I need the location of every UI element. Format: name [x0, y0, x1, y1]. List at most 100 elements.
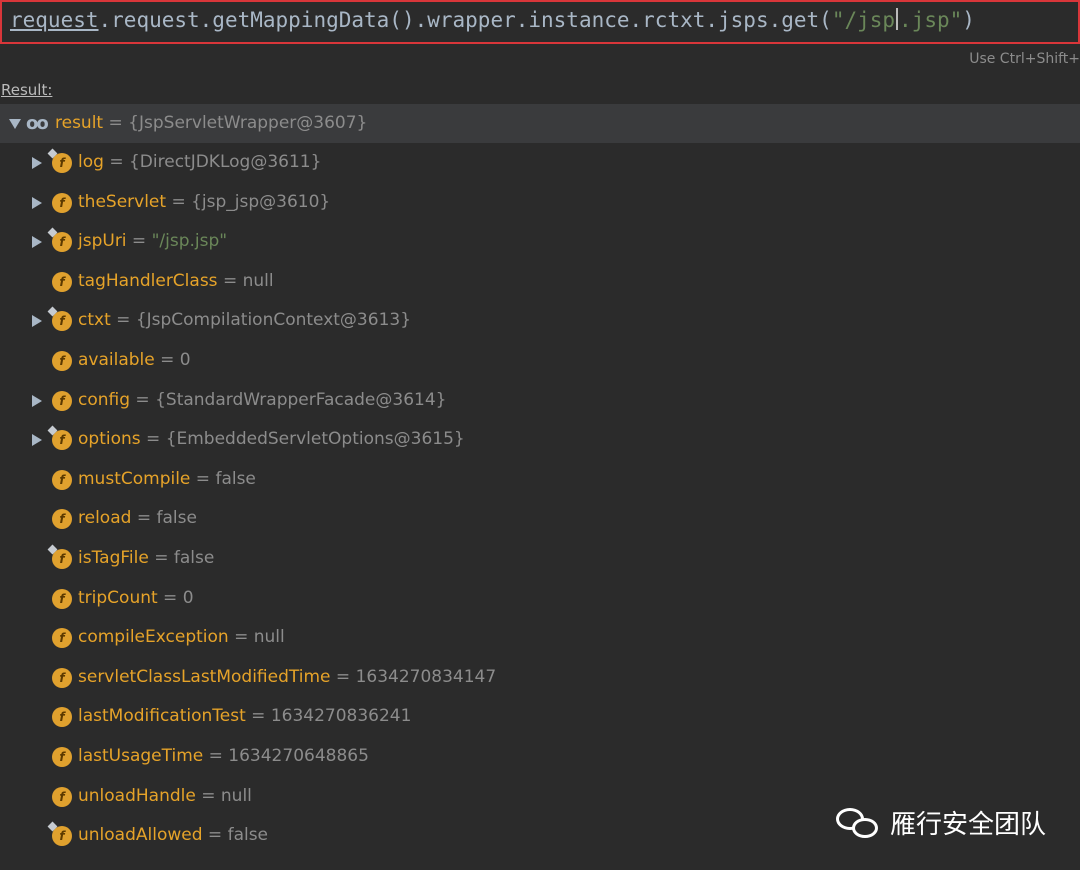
- tree-field-row[interactable]: f mustCompile = false: [0, 460, 1080, 500]
- tree-field-row[interactable]: f servletClassLastModifiedTime = 16342708…: [0, 658, 1080, 698]
- tree-field-row[interactable]: f lastUsageTime = 1634270648865: [0, 737, 1080, 777]
- field-icon: f: [52, 509, 72, 530]
- field-value: 0: [179, 349, 191, 370]
- field-value: {JspCompilationContext@3613}: [135, 310, 412, 331]
- field-label: reload = false: [78, 499, 197, 539]
- root-name: result: [55, 113, 104, 133]
- expression-body: .request.getMappingData().wrapper.instan…: [98, 8, 832, 32]
- field-name: options: [78, 429, 141, 450]
- tree-field-row[interactable]: f available = 0: [0, 341, 1080, 381]
- field-value: {jsp_jsp@3610}: [191, 191, 331, 212]
- field-value: null: [253, 627, 285, 648]
- field-icon: f: [52, 548, 72, 569]
- field-name: tripCount: [78, 587, 158, 608]
- expression-input[interactable]: request.request.getMappingData().wrapper…: [0, 0, 1080, 44]
- root-node-label: result = {JspServletWrapper@3607}: [55, 104, 367, 143]
- tree-field-row[interactable]: f lastModificationTest = 1634270836241: [0, 697, 1080, 737]
- field-equals: =: [154, 349, 180, 370]
- field-label: options = {EmbeddedServletOptions@3615}: [78, 420, 465, 460]
- field-equals: =: [110, 310, 136, 331]
- field-name: jspUri: [78, 231, 127, 252]
- field-label: lastModificationTest = 1634270836241: [78, 697, 411, 737]
- field-value: {StandardWrapperFacade@3614}: [155, 389, 447, 410]
- field-label: unloadAllowed = false: [78, 816, 268, 856]
- expand-right-icon[interactable]: [32, 157, 42, 169]
- field-equals: =: [245, 706, 271, 727]
- field-label: lastUsageTime = 1634270648865: [78, 737, 369, 777]
- field-value: {EmbeddedServletOptions@3615}: [165, 429, 465, 450]
- field-name: unloadAllowed: [78, 825, 203, 846]
- text-caret: [896, 8, 899, 30]
- field-value: 0: [182, 587, 194, 608]
- tree-field-row[interactable]: f reload = false: [0, 499, 1080, 539]
- field-label: compileException = null: [78, 618, 285, 658]
- field-name: reload: [78, 508, 132, 529]
- field-icon: f: [52, 390, 72, 411]
- field-label: theServlet = {jsp_jsp@3610}: [78, 183, 330, 223]
- expand-right-icon[interactable]: [32, 394, 42, 407]
- field-equals: =: [330, 666, 356, 687]
- field-value: 1634270836241: [270, 706, 412, 727]
- field-equals: =: [130, 389, 156, 410]
- field-value: {DirectJDKLog@3611}: [128, 152, 322, 172]
- field-name: tagHandlerClass: [78, 270, 218, 291]
- field-value: "/jsp.jsp": [151, 231, 228, 252]
- tree-field-row[interactable]: f compileException = null: [0, 618, 1080, 658]
- field-icon: f: [52, 153, 72, 173]
- field-equals: =: [203, 745, 229, 766]
- shortcut-hint: Use Ctrl+Shift+: [969, 51, 1080, 67]
- expand-right-icon[interactable]: [32, 434, 42, 447]
- field-name: isTagFile: [78, 547, 149, 568]
- field-equals: =: [190, 468, 216, 489]
- expand-down-icon[interactable]: [9, 119, 21, 129]
- field-label: log = {DirectJDKLog@3611}: [78, 143, 321, 183]
- field-name: log: [78, 152, 104, 172]
- expand-right-icon[interactable]: [32, 236, 42, 249]
- tree-field-row[interactable]: f jspUri = "/jsp.jsp": [0, 222, 1080, 262]
- tree-field-row[interactable]: f theServlet = {jsp_jsp@3610}: [0, 183, 1080, 223]
- field-icon: f: [52, 667, 72, 688]
- field-label: available = 0: [78, 341, 191, 381]
- result-tree: oo result = {JspServletWrapper@3607} f lo…: [0, 104, 1080, 856]
- field-name: lastUsageTime: [78, 745, 204, 766]
- field-name: ctxt: [78, 310, 111, 331]
- field-label: tagHandlerClass = null: [78, 262, 274, 302]
- field-icon: f: [52, 826, 72, 847]
- field-icon: f: [52, 628, 72, 649]
- watermark-text: 雁行安全团队: [890, 809, 1047, 840]
- tree-field-row[interactable]: f log = {DirectJDKLog@3611}: [0, 143, 1080, 183]
- field-equals: =: [228, 627, 254, 648]
- field-label: jspUri = "/jsp.jsp": [78, 222, 227, 262]
- tree-field-row[interactable]: f tripCount = 0: [0, 579, 1080, 619]
- field-name: mustCompile: [78, 468, 191, 489]
- field-value: 1634270834147: [355, 666, 497, 687]
- root-equals: =: [103, 113, 129, 133]
- field-value: false: [156, 508, 197, 529]
- field-icon: f: [52, 786, 72, 807]
- field-equals: =: [166, 191, 192, 212]
- field-icon: f: [52, 746, 72, 767]
- field-value: false: [215, 468, 256, 489]
- expand-right-icon[interactable]: [32, 315, 42, 328]
- field-icon: f: [52, 271, 72, 292]
- field-equals: =: [202, 825, 228, 846]
- watch-glasses-icon: oo: [26, 113, 49, 134]
- tree-field-row[interactable]: f options = {EmbeddedServletOptions@3615}: [0, 420, 1080, 460]
- field-name: theServlet: [78, 191, 167, 212]
- field-icon: f: [52, 232, 72, 253]
- field-label: tripCount = 0: [78, 579, 194, 619]
- watermark: 雁行安全团队: [836, 802, 1046, 842]
- field-value: false: [173, 547, 215, 568]
- field-value: null: [242, 270, 274, 291]
- field-equals: =: [140, 429, 166, 450]
- tree-field-row[interactable]: f config = {StandardWrapperFacade@3614}: [0, 381, 1080, 421]
- expand-right-icon[interactable]: [32, 196, 42, 209]
- expression-keyword: request: [10, 8, 99, 32]
- expression-text[interactable]: request.request.getMappingData().wrapper…: [10, 7, 975, 33]
- field-name: available: [78, 349, 155, 370]
- tree-field-row[interactable]: f isTagFile = false: [0, 539, 1080, 579]
- field-name: config: [78, 389, 131, 410]
- tree-field-row[interactable]: f tagHandlerClass = null: [0, 262, 1080, 302]
- tree-root-row[interactable]: oo result = {JspServletWrapper@3607}: [0, 104, 1080, 143]
- tree-field-row[interactable]: f ctxt = {JspCompilationContext@3613}: [0, 301, 1080, 341]
